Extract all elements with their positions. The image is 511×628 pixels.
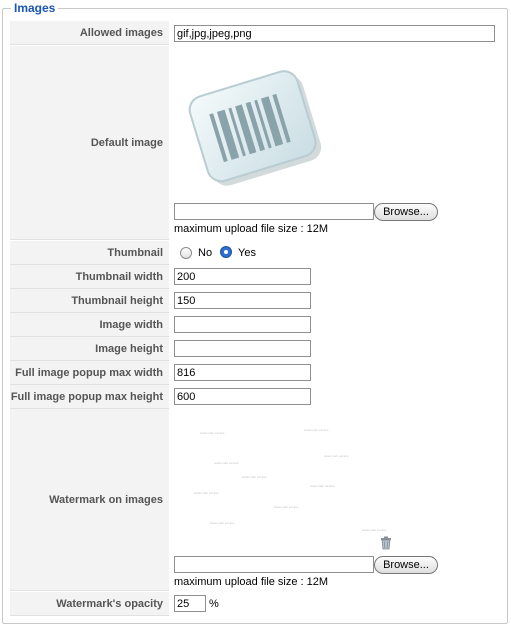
label-watermark-opacity: Watermark's opacity (10, 592, 169, 616)
label-popup-max-width: Full image popup max width (10, 361, 169, 385)
watermark-browse-button[interactable]: Browse... (374, 556, 438, 574)
allowed-images-input[interactable] (174, 25, 495, 42)
label-allowed-images: Allowed images (10, 21, 169, 45)
label-image-width: Image width (10, 313, 169, 337)
watermark-upload-note: maximum upload file size : 12M (174, 576, 329, 588)
popup-max-width-input[interactable] (174, 364, 311, 381)
trash-icon[interactable] (380, 536, 392, 550)
watermark-preview: watermark sample watermark sample waterm… (194, 428, 387, 532)
row-watermark-opacity: Watermark's opacity % (10, 592, 502, 616)
label-thumbnail: Thumbnail (10, 241, 169, 265)
label-thumbnail-width: Thumbnail width (10, 265, 169, 289)
percent-unit: % (209, 598, 219, 610)
row-thumbnail-width: Thumbnail width (10, 265, 502, 289)
thumbnail-no-radio[interactable] (180, 247, 192, 259)
thumbnail-yes-radio[interactable] (220, 246, 232, 258)
label-watermark: Watermark on images (10, 409, 169, 591)
label-popup-max-height: Full image popup max height (10, 385, 169, 409)
row-thumbnail-height: Thumbnail height (10, 289, 502, 313)
popup-max-height-input[interactable] (174, 388, 311, 405)
default-image-browse-button[interactable]: Browse... (374, 203, 438, 221)
watermark-file-input[interactable] (174, 556, 374, 573)
row-popup-max-height: Full image popup max height (10, 385, 502, 409)
row-thumbnail: Thumbnail No Yes (10, 241, 502, 265)
row-watermark: Watermark on images watermark sample wat… (10, 409, 502, 591)
default-image-file-input[interactable] (174, 203, 374, 220)
thumbnail-yes-label: Yes (238, 247, 256, 259)
label-thumbnail-height: Thumbnail height (10, 289, 169, 313)
thumbnail-height-input[interactable] (174, 292, 311, 309)
row-image-width: Image width (10, 313, 502, 337)
row-popup-max-width: Full image popup max width (10, 361, 502, 385)
row-image-height: Image height (10, 337, 502, 361)
barcode-image (188, 70, 322, 186)
row-allowed-images: Allowed images (10, 21, 502, 45)
section-legend: Images (11, 1, 59, 15)
thumbnail-no-label: No (198, 247, 213, 259)
image-width-input[interactable] (174, 316, 311, 333)
label-default-image: Default image (10, 46, 169, 240)
row-default-image: Default image Browse... maximum upload f… (10, 46, 502, 240)
watermark-opacity-input[interactable] (174, 595, 206, 612)
image-height-input[interactable] (174, 340, 311, 357)
thumbnail-width-input[interactable] (174, 268, 311, 285)
label-image-height: Image height (10, 337, 169, 361)
default-image-upload-note: maximum upload file size : 12M (174, 223, 329, 235)
